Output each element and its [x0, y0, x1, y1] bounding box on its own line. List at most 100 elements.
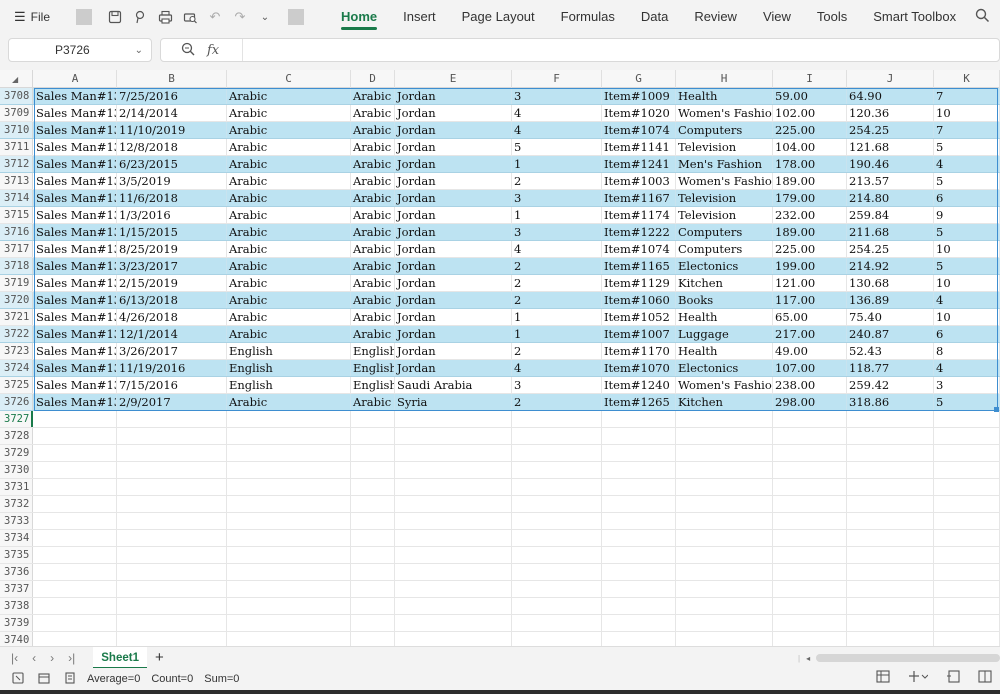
cell-f[interactable]: 2: [512, 275, 602, 291]
cell-a[interactable]: [34, 632, 117, 646]
tab-review[interactable]: Review: [681, 0, 750, 34]
cell-f[interactable]: [512, 564, 602, 580]
cell-k[interactable]: 10: [934, 275, 1000, 291]
cell-i[interactable]: [773, 632, 847, 646]
cell-e[interactable]: Jordan: [395, 326, 512, 342]
cell-d[interactable]: [351, 547, 395, 563]
cell-j[interactable]: 211.68: [847, 224, 934, 240]
cell-g[interactable]: Item#1241: [602, 156, 676, 172]
cell-b[interactable]: [117, 411, 227, 427]
row-header[interactable]: 3717: [0, 241, 33, 257]
cell-i[interactable]: [773, 513, 847, 529]
cell-j[interactable]: 75.40: [847, 309, 934, 325]
cell-f[interactable]: 1: [512, 309, 602, 325]
cell-b[interactable]: 2/14/2014: [117, 105, 227, 121]
cell-h[interactable]: [676, 479, 773, 495]
row-header[interactable]: 3710: [0, 122, 33, 138]
cell-a[interactable]: Sales Man#130: [34, 122, 117, 138]
cell-d[interactable]: Arabic: [351, 173, 395, 189]
cell-a[interactable]: Sales Man#130: [34, 360, 117, 376]
cell-c[interactable]: Arabic: [227, 258, 351, 274]
cell-k[interactable]: 5: [934, 139, 1000, 155]
cell-i[interactable]: 189.00: [773, 224, 847, 240]
cell-d[interactable]: Arabic: [351, 88, 395, 104]
row-header[interactable]: 3734: [0, 530, 33, 546]
cell-i[interactable]: [773, 564, 847, 580]
cell-a[interactable]: Sales Man#130: [34, 156, 117, 172]
cell-j[interactable]: 240.87: [847, 326, 934, 342]
cell-a[interactable]: Sales Man#130: [34, 241, 117, 257]
next-sheet-icon[interactable]: ›: [50, 651, 54, 665]
cell-g[interactable]: [602, 496, 676, 512]
cell-b[interactable]: [117, 581, 227, 597]
cell-g[interactable]: Item#1222: [602, 224, 676, 240]
cell-b[interactable]: 1/3/2016: [117, 207, 227, 223]
cell-k[interactable]: 4: [934, 292, 1000, 308]
cell-f[interactable]: [512, 598, 602, 614]
cell-k[interactable]: [934, 547, 1000, 563]
cell-g[interactable]: [602, 598, 676, 614]
cell-g[interactable]: [602, 632, 676, 646]
cell-g[interactable]: [602, 581, 676, 597]
cell-e[interactable]: Jordan: [395, 173, 512, 189]
cell-c[interactable]: Arabic: [227, 105, 351, 121]
cell-k[interactable]: 10: [934, 241, 1000, 257]
row-header[interactable]: 3731: [0, 479, 33, 495]
scroll-left-icon[interactable]: ◂: [806, 654, 810, 663]
cell-c[interactable]: Arabic: [227, 394, 351, 410]
cell-j[interactable]: 254.25: [847, 122, 934, 138]
cell-a[interactable]: [34, 496, 117, 512]
cell-g[interactable]: [602, 462, 676, 478]
cell-k[interactable]: 6: [934, 190, 1000, 206]
cell-h[interactable]: Women's Fashion: [676, 173, 773, 189]
cell-j[interactable]: [847, 462, 934, 478]
cell-i[interactable]: 65.00: [773, 309, 847, 325]
cell-c[interactable]: [227, 564, 351, 580]
row-header[interactable]: 3711: [0, 139, 33, 155]
cell-c[interactable]: [227, 547, 351, 563]
cell-c[interactable]: Arabic: [227, 292, 351, 308]
name-box[interactable]: P3726 ⌄: [8, 38, 152, 62]
cell-d[interactable]: [351, 496, 395, 512]
cell-a[interactable]: [34, 513, 117, 529]
cell-e[interactable]: Jordan: [395, 88, 512, 104]
cell-b[interactable]: 11/6/2018: [117, 190, 227, 206]
cell-d[interactable]: Arabic: [351, 122, 395, 138]
add-sheet-icon[interactable]: +: [155, 649, 164, 666]
cell-d[interactable]: Arabic: [351, 224, 395, 240]
cell-e[interactable]: [395, 564, 512, 580]
cell-h[interactable]: [676, 411, 773, 427]
cell-j[interactable]: 214.92: [847, 258, 934, 274]
cell-j[interactable]: 214.80: [847, 190, 934, 206]
cell-c[interactable]: [227, 496, 351, 512]
cell-e[interactable]: [395, 428, 512, 444]
cell-f[interactable]: [512, 632, 602, 646]
cell-j[interactable]: 259.42: [847, 377, 934, 393]
column-header-h[interactable]: H: [676, 70, 773, 88]
cell-c[interactable]: Arabic: [227, 88, 351, 104]
cell-k[interactable]: [934, 445, 1000, 461]
cell-f[interactable]: 2: [512, 258, 602, 274]
row-header[interactable]: 3720: [0, 292, 33, 308]
cell-h[interactable]: [676, 615, 773, 631]
cell-a[interactable]: Sales Man#130: [34, 207, 117, 223]
cell-g[interactable]: Item#1129: [602, 275, 676, 291]
cell-g[interactable]: Item#1074: [602, 241, 676, 257]
cell-d[interactable]: [351, 445, 395, 461]
cell-j[interactable]: 259.84: [847, 207, 934, 223]
cell-f[interactable]: 3: [512, 377, 602, 393]
cell-c[interactable]: Arabic: [227, 173, 351, 189]
cell-f[interactable]: 2: [512, 394, 602, 410]
cell-a[interactable]: [34, 462, 117, 478]
cell-d[interactable]: Arabic: [351, 207, 395, 223]
row-header[interactable]: 3732: [0, 496, 33, 512]
cell-j[interactable]: [847, 496, 934, 512]
row-header[interactable]: 3728: [0, 428, 33, 444]
cell-k[interactable]: [934, 513, 1000, 529]
cell-h[interactable]: [676, 530, 773, 546]
page-layout-view-icon[interactable]: [978, 670, 992, 686]
file-menu-button[interactable]: ☰ File: [14, 9, 50, 25]
cell-g[interactable]: Item#1165: [602, 258, 676, 274]
cell-e[interactable]: [395, 615, 512, 631]
cell-a[interactable]: Sales Man#130: [34, 377, 117, 393]
